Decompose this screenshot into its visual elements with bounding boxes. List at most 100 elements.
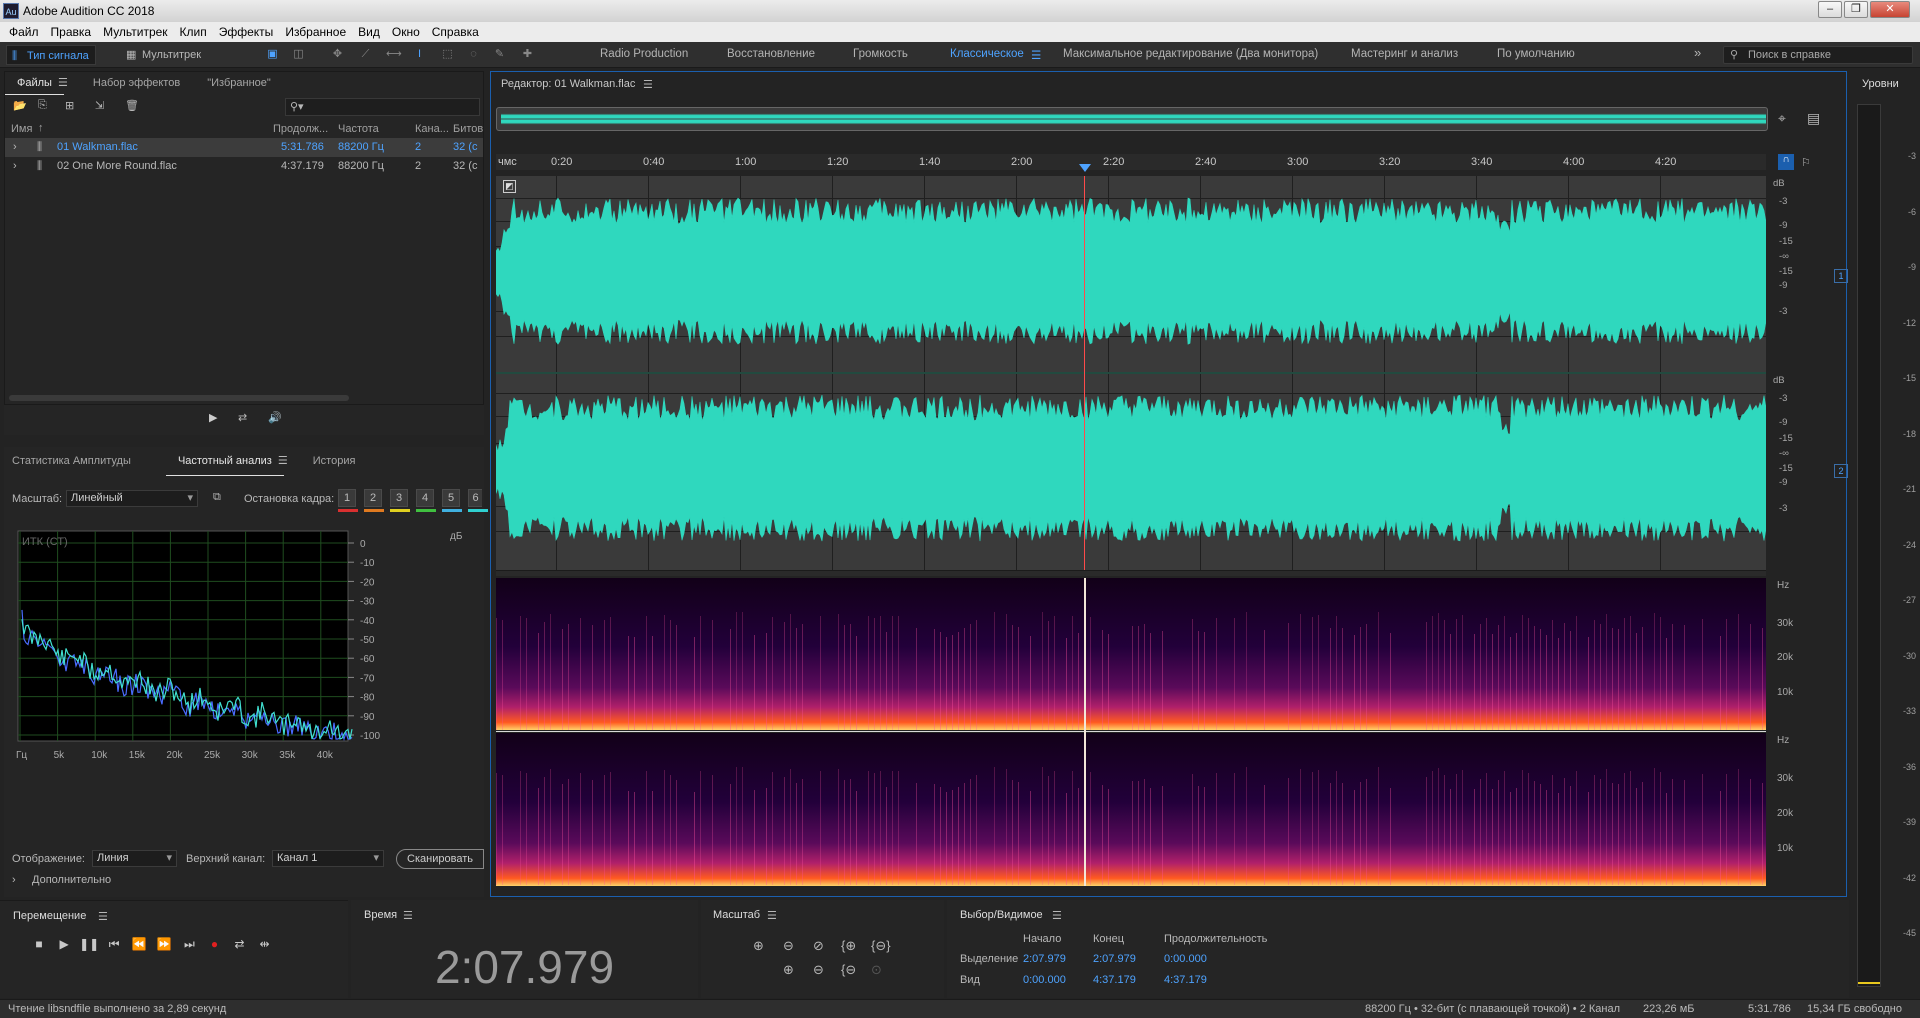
import-file-icon[interactable]: ⎘ [38,99,47,112]
workspace-classic[interactable]: Классическое [950,48,1024,60]
expand-chevron-icon[interactable]: › [13,138,17,157]
zoom-in-time-icon[interactable]: ⊕ [783,962,794,978]
waveform-mode-button[interactable]: ⫼ Тип сигнала [6,45,96,65]
panel-menu-icon[interactable]: ☰ [643,78,653,91]
zoom-reset-icon[interactable]: {⊖ [841,962,856,978]
col-name[interactable]: Имя [11,123,32,135]
zoom-to-selection-icon[interactable]: ⌖ [1778,110,1786,127]
freeze-button-4[interactable]: 4 [416,489,434,507]
rewind-icon[interactable]: ⏪ [128,937,150,951]
view-duration[interactable]: 4:37.179 [1164,974,1207,986]
pause-icon[interactable]: ❚❚ [78,937,100,951]
panel-menu-icon[interactable]: ☰ [58,77,68,89]
menu-view[interactable]: Вид [352,25,386,39]
panel-menu-icon[interactable]: ☰ [767,909,777,922]
horizontal-scrollbar[interactable] [9,395,349,401]
tab-files[interactable]: Файлы [5,72,64,95]
loop-icon[interactable]: ⇄ [229,937,251,951]
waveform-view-icon[interactable]: ▣ [265,48,280,61]
multitrack-mode-button[interactable]: ▦ Мультитрек [122,45,207,65]
expand-advanced-icon[interactable]: › [12,874,16,886]
snap-icon[interactable]: ∩ [1778,154,1794,170]
tab-amplitude-stats[interactable]: Статистика Амплитуды [4,447,143,475]
fast-forward-icon[interactable]: ⏩ [153,937,175,951]
tab-favorites[interactable]: "Избранное" [195,72,283,94]
display-dropdown[interactable]: Линия [92,850,177,867]
menu-help[interactable]: Справка [426,25,485,39]
files-filter-input[interactable]: ⚲▾ [285,98,480,116]
go-to-start-icon[interactable]: ⏮ [103,937,125,952]
open-file-icon[interactable]: 📂 [13,99,27,112]
menu-multitrack[interactable]: Мультитрек [97,25,173,39]
panel-menu-icon[interactable]: ☰ [1052,909,1062,922]
play-icon[interactable]: ▶ [53,937,75,951]
freeze-button-2[interactable]: 2 [364,489,382,507]
selection-duration[interactable]: 0:00.000 [1164,953,1207,965]
delete-file-icon[interactable]: 🗑 [125,99,139,112]
menu-clip[interactable]: Клип [174,25,213,39]
spot-healing-tool-icon[interactable]: ✚ [520,48,535,61]
col-duration[interactable]: Продолж... [273,123,328,135]
workspace-default[interactable]: По умолчанию [1497,48,1575,60]
hud-toggle-icon[interactable]: ◩ [503,180,516,193]
freeze-button-6[interactable]: 6 [468,489,482,507]
view-start[interactable]: 0:00.000 [1023,974,1066,986]
show-overview-icon[interactable]: ▤ [1807,110,1820,127]
channel-1-badge[interactable]: 1 [1834,269,1848,283]
channel-dropdown[interactable]: Канал 1 [272,850,384,867]
stop-icon[interactable]: ■ [28,937,50,951]
spectral-display[interactable] [496,578,1766,886]
tab-frequency-analysis[interactable]: Частотный анализ [165,447,284,476]
go-to-end-icon[interactable]: ⏭ [178,937,200,952]
skip-selection-icon[interactable]: ⇹ [254,937,276,951]
time-selection-tool-icon[interactable]: I [412,48,427,61]
workspace-radio-production[interactable]: Radio Production [600,48,688,60]
menu-effects[interactable]: Эффекты [213,25,280,39]
menu-file[interactable]: Файл [3,25,45,39]
panel-menu-icon[interactable]: ☰ [278,455,288,467]
scan-button[interactable]: Сканировать [396,849,484,869]
expand-chevron-icon[interactable]: › [13,157,17,176]
marker-icon[interactable]: ⚐ [1801,156,1811,169]
spectral-view-icon[interactable]: ◫ [291,48,306,61]
marquee-tool-icon[interactable]: ⬚ [440,48,455,61]
minimize-button[interactable]: – [1818,1,1842,18]
panel-menu-icon[interactable]: ☰ [98,910,108,923]
playhead-marker[interactable] [1079,164,1091,172]
selection-end[interactable]: 2:07.979 [1093,953,1136,965]
workspace-loudness[interactable]: Громкость [853,48,908,60]
new-file-icon[interactable]: ⊞ [65,99,74,112]
zoom-out-amplitude-icon[interactable]: ⊖ [783,938,794,954]
menu-window[interactable]: Окно [386,25,426,39]
menu-edit[interactable]: Правка [45,25,98,39]
slip-tool-icon[interactable]: ⟷ [386,48,402,61]
zoom-in-amplitude-icon[interactable]: ⊕ [753,938,764,954]
close-button[interactable]: ✕ [1870,1,1910,18]
col-bits[interactable]: Битов [453,123,483,135]
panel-menu-icon[interactable]: ☰ [403,909,413,922]
scale-dropdown[interactable]: Линейный [66,490,198,507]
tab-history[interactable]: История [301,447,368,475]
selection-start[interactable]: 2:07.979 [1023,953,1066,965]
move-tool-icon[interactable]: ✥ [330,48,345,61]
channel-2-badge[interactable]: 2 [1834,464,1848,478]
play-preview-icon[interactable]: ▶ [209,411,217,424]
brush-tool-icon[interactable]: ✎ [492,48,507,61]
workspace-restoration[interactable]: Восстановление [727,48,815,60]
maximize-button[interactable]: ❐ [1844,1,1868,18]
zoom-in-selection-icon[interactable]: {⊕ [841,938,856,954]
freeze-button-3[interactable]: 3 [390,489,408,507]
freeze-button-5[interactable]: 5 [442,489,460,507]
insert-multitrack-icon[interactable]: ⇲ [95,99,104,112]
more-workspaces-icon[interactable]: » [1694,45,1701,60]
zoom-out-time-icon[interactable]: ⊖ [813,962,824,978]
loop-preview-icon[interactable]: ⇄ [238,411,247,424]
view-splitter[interactable] [496,570,1766,576]
razor-tool-icon[interactable]: ⟋ [358,48,373,61]
file-row-one-more-round[interactable]: › ⫼ 02 One More Round.flac 4:37.179 8820… [5,157,483,176]
zoom-out-selection-icon[interactable]: {⊖} [871,938,891,954]
advanced-label[interactable]: Дополнительно [32,874,111,886]
record-icon[interactable]: ● [203,937,225,951]
workspace-mastering[interactable]: Мастеринг и анализ [1351,48,1458,60]
menu-favorites[interactable]: Избранное [279,25,352,39]
